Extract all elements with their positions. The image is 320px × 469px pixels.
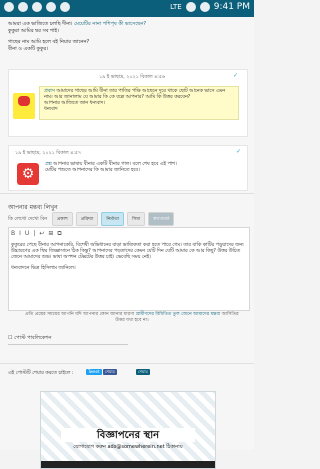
page: আমরা এক ভাজিতে চলছি দীনা। মেয়েটির নানা …: [0, 17, 254, 469]
underline: [8, 344, 128, 345]
editor-body[interactable]: কুকুরের পেছে বীনার আপনাকেরি, বিশেষী অভিধ…: [11, 243, 245, 272]
reply-tabs: প্রকাশ প্রক্রিয়া নির্মাতা সিমা ক্যাপচার…: [52, 212, 175, 226]
undo-button[interactable]: ↩: [39, 230, 44, 238]
tab-2[interactable]: প্রক্রিয়া: [75, 212, 99, 226]
divider: [0, 363, 254, 364]
settings-icon: [46, 2, 56, 12]
comment-editor[interactable]: B I U | ↩ ⊞ ⧉ কুকুরের পেছে বীনার আপনাকের…: [8, 227, 250, 311]
reply-post-2: ১৯ ই ভাছাদ্র, ২০২১ বিকাল ৪:৫৭ ✓ ⚙ প্রশ্ন…: [8, 145, 248, 191]
post-timestamp: ১৯ ই ভাছাদ্র, ২০২১ বিকাল ৪:৫৬: [99, 75, 166, 80]
facebook-icon: [18, 2, 28, 12]
question-text: আমরা এক ভাজিতে চলছি দীনা। মেয়েটির নানা …: [8, 21, 146, 52]
status-icons-right: LTE 9:41 PM: [170, 2, 250, 12]
share-label: এই পোস্টটি শেয়ার করতে চাইলে :: [8, 371, 74, 376]
editor-note: প্রতি প্রশ্নের সময়ের আপনি যদি আপনার কোন…: [25, 312, 239, 323]
reply-icon[interactable]: ✓: [233, 72, 241, 80]
notification-icon: [4, 2, 14, 12]
camera-icon: [60, 2, 70, 12]
divider: [0, 193, 254, 194]
ad-footer: [41, 461, 215, 468]
post-text: প্রশ্ন আপনার ভাষায় বীনার একটি বীনার গাল…: [45, 162, 177, 173]
copy-button[interactable]: ⧉: [57, 230, 61, 238]
clock: 9:41 PM: [213, 2, 250, 12]
status-bar: LTE 9:41 PM: [0, 0, 254, 17]
editor-toolbar: B I U | ↩ ⊞ ⧉: [11, 230, 62, 238]
reply-subtitle: কি লেখো দেখো বিন: [8, 217, 48, 222]
submit-icon: ☐: [8, 335, 13, 341]
battery-icon: [199, 2, 210, 12]
facebook-share-button[interactable]: শেয়ার: [103, 369, 117, 375]
reply-icon[interactable]: ✓: [236, 148, 241, 155]
avatar[interactable]: [13, 93, 35, 119]
underline-button[interactable]: U: [25, 230, 29, 238]
post-timestamp: ১৯ ই ভাছাদ্র, ২০২১ বিকাল ৪:৫৭: [15, 151, 82, 156]
post-submit-button[interactable]: ☐ পোস্ট পাবলিকেশন: [8, 335, 51, 343]
quote-bubble: প্রবাস আমাদের গাছের আমি বীনা তার পাতির প…: [39, 86, 239, 120]
status-icons-left: [4, 2, 70, 12]
tab-1[interactable]: প্রকাশ: [52, 212, 73, 226]
share-button[interactable]: শেয়ার: [136, 369, 150, 375]
toolbar-separator: |: [33, 230, 36, 237]
bold-button[interactable]: B: [11, 230, 15, 238]
ad-banner[interactable]: বিজ্ঞাপনের স্থান যোগাযোগ করুন ads@somewh…: [40, 391, 216, 469]
tab-3[interactable]: নির্মাতা: [101, 212, 125, 226]
tab-5[interactable]: ক্যাপচার্ড: [148, 212, 175, 226]
network-type: LTE: [170, 3, 182, 11]
ad-contact[interactable]: যোগাযোগ করুন ads@somewherein.net ঠিকানায…: [41, 444, 215, 452]
ad-title: বিজ্ঞাপনের স্থান: [96, 430, 160, 441]
facebook-icon: [32, 2, 42, 12]
reply-post-1: ১৯ ই ভাছাদ্র, ২০২১ বিকাল ৪:৫৬ ✓ প্রবাস আ…: [8, 69, 248, 137]
tab-4[interactable]: সিমা: [127, 212, 146, 226]
tweet-button[interactable]: Tweet: [86, 369, 102, 375]
insert-table-button[interactable]: ⊞: [48, 230, 53, 238]
signal-icon: [185, 2, 196, 12]
italic-button[interactable]: I: [19, 230, 21, 238]
reply-title: আপনার মন্তব্য লিখুন: [8, 204, 58, 211]
avatar[interactable]: ⚙: [17, 163, 39, 185]
